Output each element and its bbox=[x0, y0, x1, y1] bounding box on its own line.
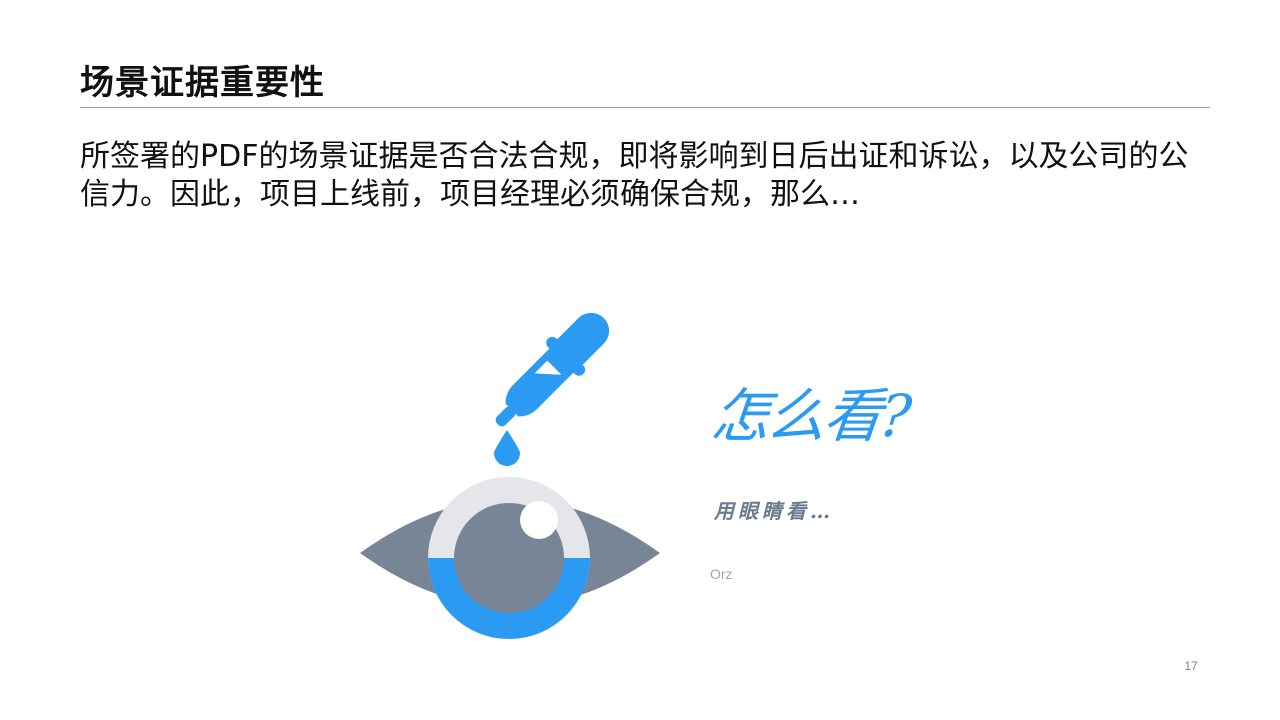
eye-dropper-illustration bbox=[355, 290, 665, 650]
title-divider bbox=[80, 107, 1210, 108]
eye-dropper-icon bbox=[360, 312, 660, 639]
callout-answer: 用眼睛看… bbox=[714, 499, 834, 523]
water-drop-icon bbox=[494, 430, 520, 466]
page-number: 17 bbox=[1184, 659, 1198, 673]
callout-question: 怎么看? bbox=[708, 382, 913, 450]
slide-title: 场景证据重要性 bbox=[80, 63, 325, 103]
slide: 场景证据重要性 所签署的PDF的场景证据是否合法合规，即将影响到日后出证和诉讼，… bbox=[0, 0, 1280, 720]
eye-highlight bbox=[520, 501, 558, 539]
body-paragraph: 所签署的PDF的场景证据是否合法合规，即将影响到日后出证和诉讼，以及公司的公信力… bbox=[80, 139, 1189, 212]
dropper-icon bbox=[495, 312, 610, 427]
callout-aside: Orz bbox=[710, 566, 733, 582]
